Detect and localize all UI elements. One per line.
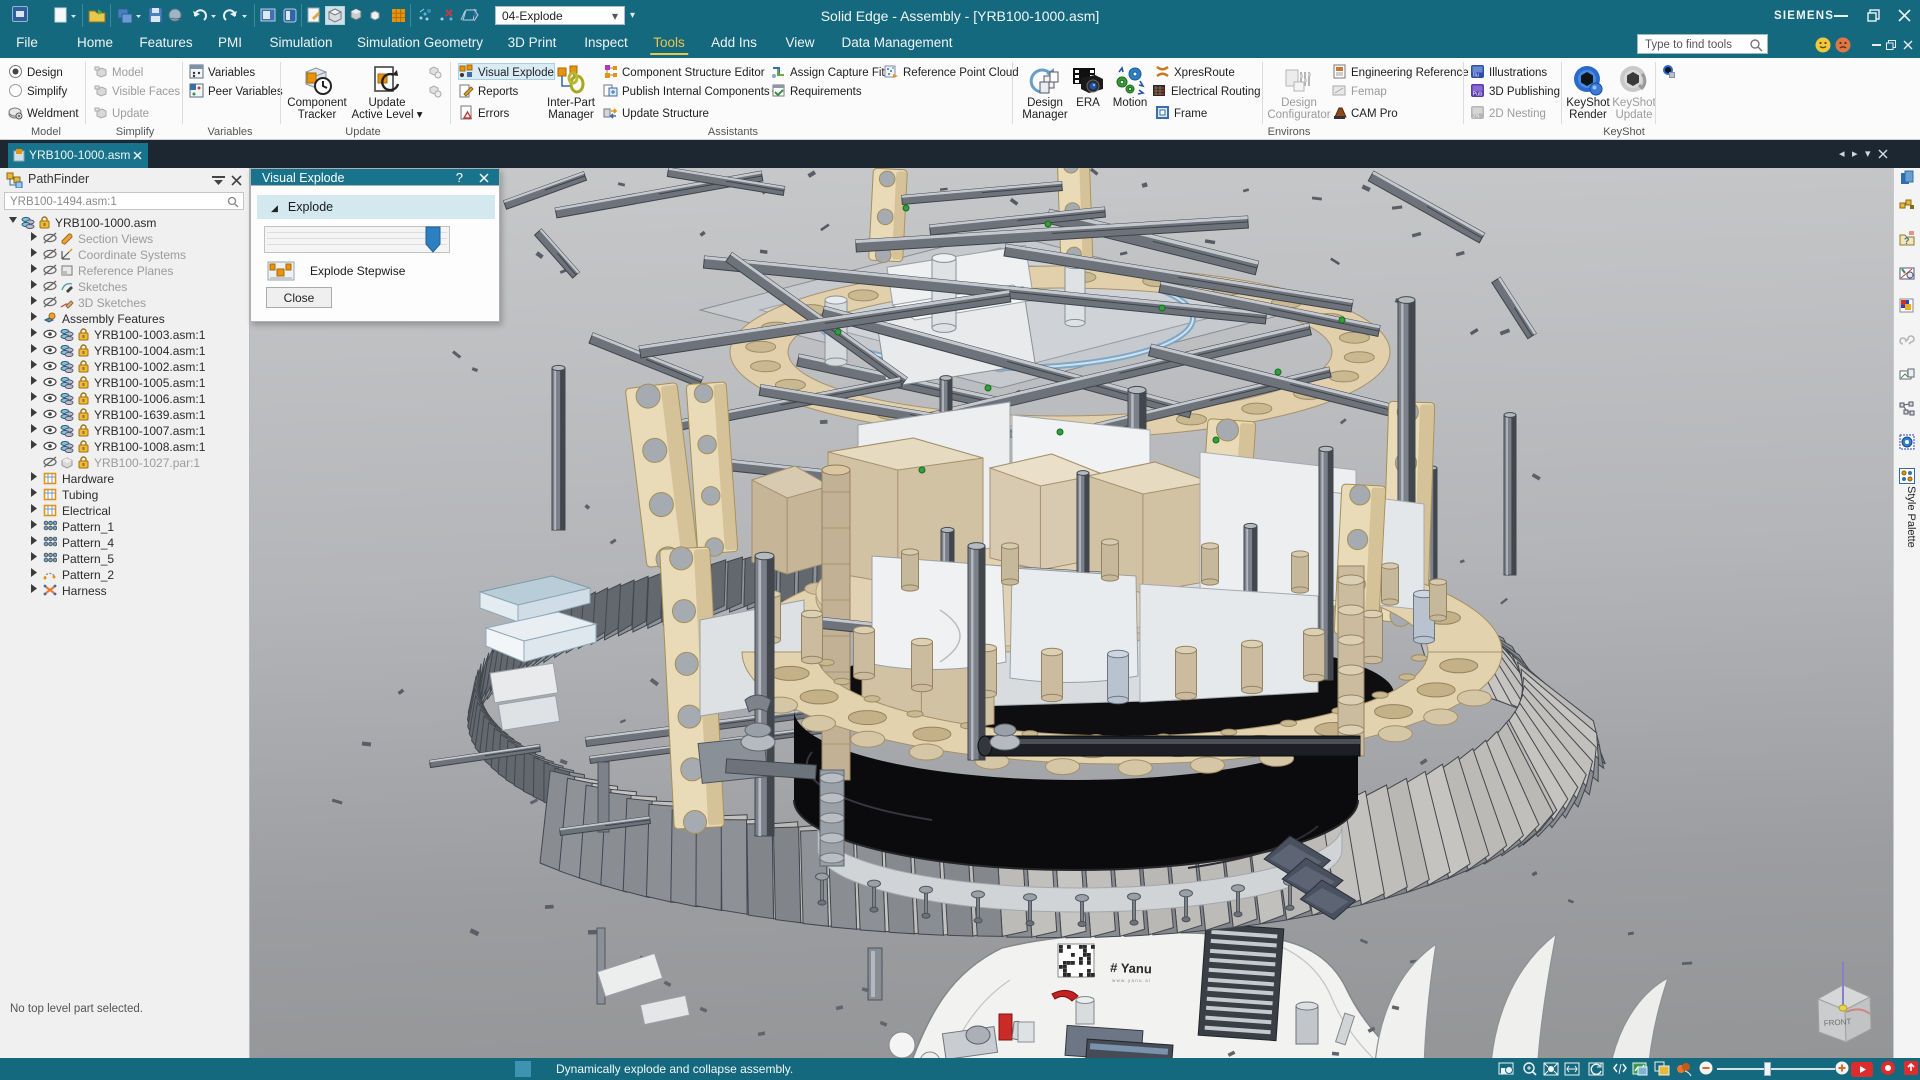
svg-text:Pub: Pub [1473, 92, 1483, 98]
svg-text:FRONT: FRONT [1824, 1017, 1852, 1028]
svg-text:?: ? [1904, 236, 1910, 246]
svg-text:Ilu: Ilu [1473, 73, 1479, 79]
svg-text:# Yanu: # Yanu [1110, 960, 1152, 976]
svg-text:2N: 2N [1473, 114, 1480, 120]
svg-text:w w w . y a n u . a i: w w w . y a n u . a i [1112, 978, 1150, 983]
